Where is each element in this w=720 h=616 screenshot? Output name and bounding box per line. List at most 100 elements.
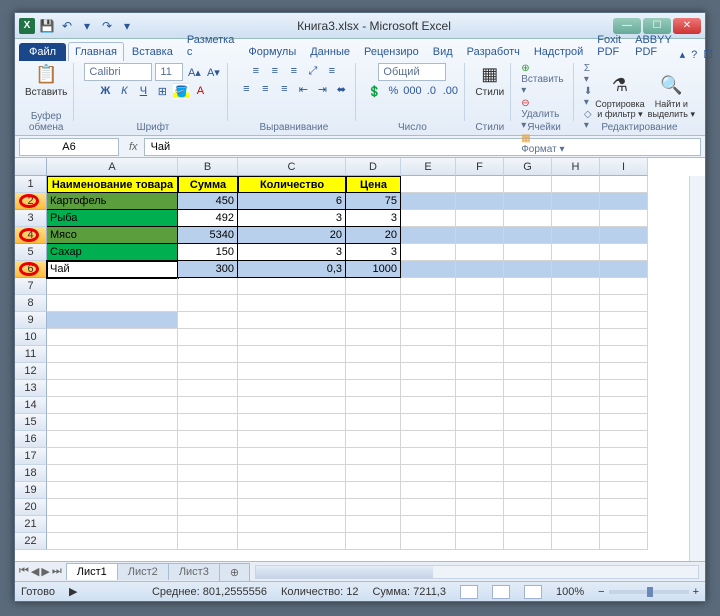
cell-H16[interactable] — [552, 431, 600, 448]
cell-H3[interactable] — [552, 210, 600, 227]
zoom-slider[interactable]: − + — [598, 586, 699, 598]
row-header-13[interactable]: 13 — [15, 380, 47, 397]
cell-E17[interactable] — [401, 448, 456, 465]
zoom-in-icon[interactable]: + — [693, 586, 699, 598]
cell-I2[interactable] — [600, 193, 648, 210]
cell-H5[interactable] — [552, 244, 600, 261]
cell-E7[interactable] — [401, 278, 456, 295]
row-header-8[interactable]: 8 — [15, 295, 47, 312]
cell-H14[interactable] — [552, 397, 600, 414]
view-layout-icon[interactable] — [492, 585, 510, 599]
cell-C22[interactable] — [238, 533, 346, 550]
fill-button[interactable]: ⬇ ▾ — [584, 86, 592, 108]
cell-F7[interactable] — [456, 278, 504, 295]
worksheet-grid[interactable]: ABCDEFGHI 123456789101112131415161718192… — [15, 158, 705, 561]
cell-C16[interactable] — [238, 431, 346, 448]
vertical-scrollbar[interactable] — [689, 176, 705, 561]
cell-E5[interactable] — [401, 244, 456, 261]
align-right-icon[interactable]: ≡ — [276, 81, 292, 97]
cell-D20[interactable] — [346, 499, 401, 516]
sheet-tab-new[interactable]: ⊕ — [219, 563, 250, 581]
excel-icon[interactable]: X — [19, 18, 35, 34]
nav-last-icon[interactable]: ⏭ — [52, 565, 62, 578]
cell-H7[interactable] — [552, 278, 600, 295]
cell-I14[interactable] — [600, 397, 648, 414]
col-header-F[interactable]: F — [456, 158, 504, 176]
cell-A9[interactable] — [47, 312, 178, 329]
cell-E6[interactable] — [401, 261, 456, 278]
cell-F9[interactable] — [456, 312, 504, 329]
cell-D17[interactable] — [346, 448, 401, 465]
cell-E15[interactable] — [401, 414, 456, 431]
cell-C14[interactable] — [238, 397, 346, 414]
cell-F8[interactable] — [456, 295, 504, 312]
cell-B11[interactable] — [178, 346, 238, 363]
cell-C7[interactable] — [238, 278, 346, 295]
font-name-combo[interactable]: Calibri — [84, 63, 152, 81]
cell-G15[interactable] — [504, 414, 552, 431]
cell-H13[interactable] — [552, 380, 600, 397]
cell-C12[interactable] — [238, 363, 346, 380]
cell-H20[interactable] — [552, 499, 600, 516]
cell-B7[interactable] — [178, 278, 238, 295]
cell-I7[interactable] — [600, 278, 648, 295]
cell-B4[interactable]: 5340 — [178, 227, 238, 244]
align-left-icon[interactable]: ≡ — [238, 81, 254, 97]
cell-F12[interactable] — [456, 363, 504, 380]
cell-A18[interactable] — [47, 465, 178, 482]
cell-E21[interactable] — [401, 516, 456, 533]
sheet-tab-3[interactable]: Лист3 — [168, 563, 220, 580]
save-icon[interactable]: 💾 — [39, 18, 55, 34]
cell-D3[interactable]: 3 — [346, 210, 401, 227]
cell-B12[interactable] — [178, 363, 238, 380]
cell-G5[interactable] — [504, 244, 552, 261]
cell-A11[interactable] — [47, 346, 178, 363]
cell-I17[interactable] — [600, 448, 648, 465]
indent-inc-icon[interactable]: ⇥ — [314, 81, 330, 97]
cell-E13[interactable] — [401, 380, 456, 397]
cell-I1[interactable] — [600, 176, 648, 193]
cell-C17[interactable] — [238, 448, 346, 465]
cell-D4[interactable]: 20 — [346, 227, 401, 244]
cell-C2[interactable]: 6 — [238, 193, 346, 210]
cell-E3[interactable] — [401, 210, 456, 227]
nav-next-icon[interactable]: ▶ — [41, 565, 49, 578]
sheet-nav[interactable]: ⏮ ◀ ▶ ⏭ — [15, 565, 66, 578]
cell-F10[interactable] — [456, 329, 504, 346]
horizontal-scrollbar[interactable] — [255, 565, 699, 579]
zoom-out-icon[interactable]: − — [598, 586, 604, 598]
cell-G22[interactable] — [504, 533, 552, 550]
cell-styles-button[interactable]: ▦ Стили — [475, 63, 504, 98]
autosum-button[interactable]: Σ ▾ — [584, 63, 592, 85]
cell-G1[interactable] — [504, 176, 552, 193]
cell-G20[interactable] — [504, 499, 552, 516]
cell-D5[interactable]: 3 — [346, 244, 401, 261]
tab-insert[interactable]: Вставка — [126, 43, 179, 61]
col-header-C[interactable]: C — [238, 158, 346, 176]
cell-F14[interactable] — [456, 397, 504, 414]
fill-color-icon[interactable]: 🪣 — [173, 83, 189, 99]
number-format-combo[interactable]: Общий — [378, 63, 446, 81]
cell-E1[interactable] — [401, 176, 456, 193]
cell-D1[interactable]: Цена — [346, 176, 401, 193]
cell-B3[interactable]: 492 — [178, 210, 238, 227]
cell-I13[interactable] — [600, 380, 648, 397]
cell-E10[interactable] — [401, 329, 456, 346]
cell-H9[interactable] — [552, 312, 600, 329]
fx-icon[interactable]: fx — [123, 141, 144, 153]
cell-D14[interactable] — [346, 397, 401, 414]
col-header-A[interactable]: A — [47, 158, 178, 176]
cell-F6[interactable] — [456, 261, 504, 278]
cell-G21[interactable] — [504, 516, 552, 533]
cell-B22[interactable] — [178, 533, 238, 550]
row-header-17[interactable]: 17 — [15, 448, 47, 465]
cell-F21[interactable] — [456, 516, 504, 533]
cell-G10[interactable] — [504, 329, 552, 346]
cell-I3[interactable] — [600, 210, 648, 227]
cell-G16[interactable] — [504, 431, 552, 448]
select-all-corner[interactable] — [15, 158, 47, 176]
currency-icon[interactable]: 💲 — [366, 83, 382, 99]
cell-H1[interactable] — [552, 176, 600, 193]
cell-D11[interactable] — [346, 346, 401, 363]
cell-G7[interactable] — [504, 278, 552, 295]
